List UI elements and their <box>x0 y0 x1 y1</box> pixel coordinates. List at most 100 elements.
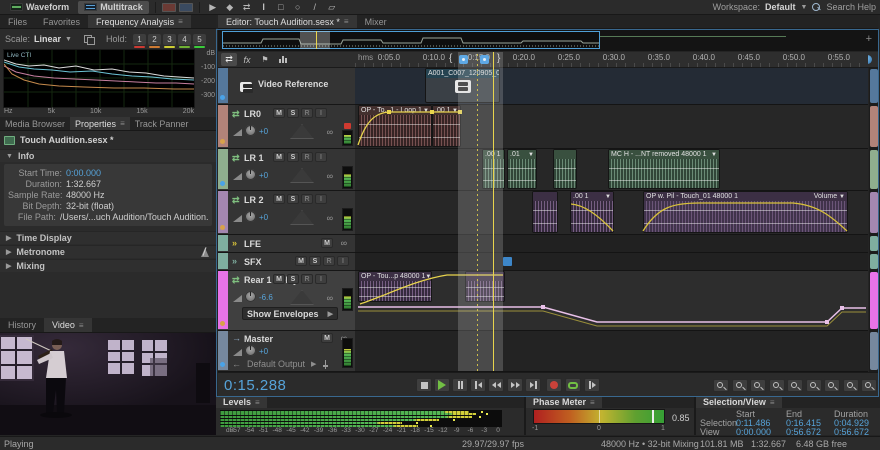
track-header-lr0[interactable]: ⇄ LR0 MSRI +0 ∞ <box>218 105 355 149</box>
navigator-view-window[interactable] <box>222 31 600 49</box>
mute-button[interactable]: M <box>273 152 285 162</box>
mute-button[interactable]: M <box>321 333 333 343</box>
move-tool-icon[interactable]: ▶ <box>206 1 220 13</box>
scroll-segment-lfe[interactable] <box>870 236 878 251</box>
track-name[interactable]: Master <box>244 334 273 344</box>
tab-selection-view[interactable]: Selection/View≡ <box>696 396 782 408</box>
hold-button-1[interactable]: 1 <box>133 34 146 45</box>
hold-button-2[interactable]: 2 <box>148 34 161 45</box>
zoom-out-point-button[interactable] <box>843 379 859 392</box>
rewind-button[interactable] <box>488 378 504 392</box>
monitor-input-button[interactable]: I <box>315 194 327 204</box>
timeline-ruler[interactable]: hms { } 0:05.00:10.00:15.00:20.00:25.00:… <box>355 52 868 68</box>
search-icon[interactable] <box>812 3 821 12</box>
show-envelopes-button[interactable]: Show Envelopes ▶ <box>242 307 338 320</box>
track-name[interactable]: LFE <box>244 239 261 249</box>
scroll-segment-lr0[interactable] <box>870 106 878 147</box>
panel-menu-icon[interactable]: ≡ <box>770 398 775 407</box>
fx-rack-icon[interactable]: fx <box>239 53 255 66</box>
scroll-segment-lr1[interactable] <box>870 150 878 189</box>
solo-button[interactable]: S <box>287 108 299 118</box>
info-value[interactable]: /Users/...uch Audition/Touch Audition.se… <box>60 212 208 222</box>
track-header-rear1[interactable]: ⇄ Rear 1 Delay MSRI -6.6 ∞ Show Envelope… <box>218 271 355 331</box>
track-color-strip[interactable] <box>218 331 228 370</box>
metronome-section-header[interactable]: ▶ Metronome <box>0 245 216 258</box>
track-header-lr1[interactable]: ⇄ LR 1 MSRI +0 ∞ <box>218 149 355 191</box>
move-to-previous-button[interactable] <box>470 378 486 392</box>
monitor-input-button[interactable]: I <box>315 152 327 162</box>
navigator-selection-block[interactable] <box>300 31 330 49</box>
monitor-input-button[interactable]: I <box>337 256 349 266</box>
spot-healing-tool-icon[interactable]: ▱ <box>325 1 339 13</box>
pan-knob[interactable] <box>290 290 314 305</box>
zoom-in-vertical-button[interactable] <box>769 379 785 392</box>
track-color-strip[interactable] <box>218 271 228 329</box>
pan-knob[interactable] <box>290 124 314 139</box>
track-color-strip[interactable] <box>218 149 228 189</box>
copy-graph-icon[interactable] <box>84 35 94 44</box>
zoom-out-full-button[interactable] <box>713 379 729 392</box>
record-panel-icon[interactable] <box>162 3 176 12</box>
playhead[interactable] <box>493 52 494 371</box>
zoom-reset-button[interactable] <box>861 379 877 392</box>
panel-menu-icon[interactable]: ≡ <box>120 119 125 128</box>
track-scrollbar[interactable] <box>869 68 879 386</box>
collapse-icon[interactable]: ▶ <box>6 262 11 270</box>
track-lane-sfx[interactable] <box>355 253 868 271</box>
scroll-segment-master[interactable] <box>870 332 878 370</box>
mute-button[interactable]: M <box>295 256 307 266</box>
volume-value[interactable]: +0 <box>259 213 268 222</box>
track-io-icon[interactable]: ⇄ <box>221 53 237 66</box>
info-value[interactable]: 48000 Hz <box>66 190 105 200</box>
track-header-video[interactable]: Video Reference <box>218 68 355 105</box>
scroll-segment-video[interactable] <box>870 69 878 103</box>
tab-favorites[interactable]: Favorites <box>35 15 88 28</box>
pause-button[interactable] <box>452 378 468 392</box>
zoom-to-selection-button[interactable] <box>806 379 822 392</box>
workspace-select[interactable]: Default <box>765 2 796 12</box>
skip-selection-button[interactable] <box>584 378 600 392</box>
mixing-section-header[interactable]: ▶ Mixing <box>0 259 216 272</box>
info-value[interactable]: 32-bit (float) <box>66 201 114 211</box>
clip-lr0-a[interactable]: OP - To...1 - Loop 1▼ <box>358 105 432 147</box>
track-color-strip[interactable] <box>218 105 228 147</box>
move-to-next-button[interactable] <box>525 378 541 392</box>
volume-knob[interactable] <box>245 169 256 180</box>
zoom-out-vertical-button[interactable] <box>787 379 803 392</box>
hold-button-4[interactable]: 4 <box>178 34 191 45</box>
track-lane-lfe[interactable] <box>355 235 868 253</box>
track-name[interactable]: SFX <box>244 257 262 267</box>
volume-value[interactable]: +0 <box>259 127 268 136</box>
arm-record-button[interactable]: R <box>301 152 313 162</box>
track-color-strip[interactable] <box>218 253 228 269</box>
output-assignment[interactable]: ← Default Output ▶ <box>232 359 329 369</box>
panel-menu-icon[interactable]: ≡ <box>344 17 349 26</box>
frequency-graph[interactable] <box>4 50 194 107</box>
track-lane-lr2[interactable]: .00 1▼ OP w. Pil - Touch_01 48000 1 Volu… <box>355 191 868 235</box>
monitor-input-button[interactable]: I <box>315 108 327 118</box>
workspace-dropdown-icon[interactable]: ▼ <box>801 4 808 11</box>
arm-record-button[interactable]: R <box>301 274 313 284</box>
arm-record-button[interactable]: R <box>301 194 313 204</box>
tab-video[interactable]: Video≡ <box>44 318 92 332</box>
mute-button[interactable]: M <box>273 274 285 284</box>
paintbrush-tool-icon[interactable]: / <box>308 1 322 13</box>
track-lane-rear1[interactable]: OP - Tou...p 48000 1▼ <box>355 271 868 331</box>
scroll-segment-lr2[interactable] <box>870 192 878 233</box>
clip-lr0-b[interactable]: .00 1▼ <box>432 105 461 147</box>
tab-media-browser[interactable]: Media Browser <box>0 117 70 130</box>
volume-knob[interactable] <box>245 211 256 222</box>
solo-button[interactable]: S <box>287 152 299 162</box>
navigator-zoom-icon[interactable]: + <box>866 33 872 45</box>
clip-dropdown-icon[interactable]: ▼ <box>839 194 845 200</box>
tab-editor[interactable]: Editor: Touch Audition.sesx *≡ <box>218 15 357 28</box>
metronome-icon[interactable] <box>199 247 210 257</box>
track-name[interactable]: Video Reference <box>258 79 328 89</box>
monitor-panel-icon[interactable] <box>179 3 193 12</box>
track-lane-lr1[interactable]: .00 1 .01▼ MC H - ...NT removed 48000 1▼ <box>355 149 868 191</box>
scale-dropdown-icon[interactable]: ▼ <box>65 36 72 43</box>
arm-record-button[interactable]: R <box>323 256 335 266</box>
volume-value[interactable]: +0 <box>259 347 268 356</box>
clip-rear1-a[interactable]: OP - Tou...p 48000 1▼ <box>358 271 432 302</box>
clip-lr2-a[interactable] <box>532 191 558 233</box>
